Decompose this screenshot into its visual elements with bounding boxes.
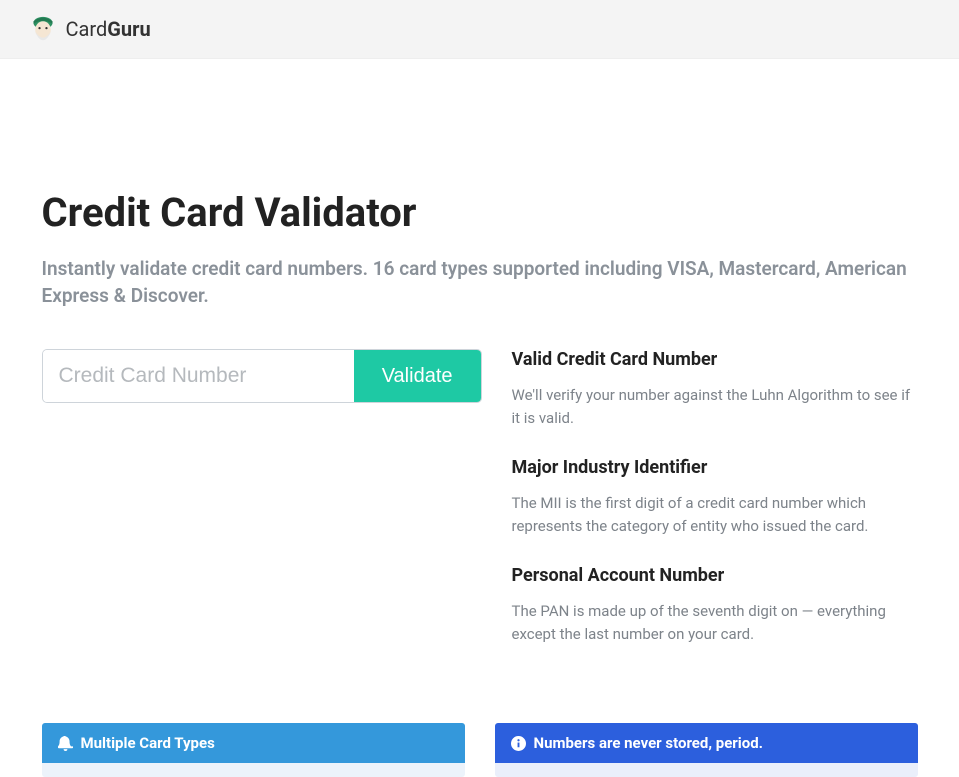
page-subtitle: Instantly validate credit card numbers. …	[42, 256, 918, 309]
bell-icon	[58, 736, 73, 751]
feature-card-never-stored: Numbers are never stored, period.	[495, 723, 918, 777]
info-body: The PAN is made up of the seventh digit …	[512, 600, 918, 645]
info-block: Major Industry Identifier The MII is the…	[512, 457, 918, 537]
brand-text[interactable]: CardGuru	[66, 17, 151, 41]
page-title: Credit Card Validator	[42, 189, 918, 236]
info-title: Major Industry Identifier	[512, 457, 918, 478]
feature-card-body	[495, 763, 918, 777]
feature-card-body	[42, 763, 465, 777]
info-body: We'll verify your number against the Luh…	[512, 384, 918, 429]
info-block: Personal Account Number The PAN is made …	[512, 565, 918, 645]
validate-button[interactable]: Validate	[354, 350, 481, 402]
info-block: Valid Credit Card Number We'll verify yo…	[512, 349, 918, 429]
header: CardGuru	[0, 0, 959, 59]
info-column: Valid Credit Card Number We'll verify yo…	[512, 349, 918, 673]
form-column: Validate	[42, 349, 482, 673]
info-title: Valid Credit Card Number	[512, 349, 918, 370]
info-body: The MII is the first digit of a credit c…	[512, 492, 918, 537]
feature-card-title: Numbers are never stored, period.	[534, 734, 764, 752]
info-circle-icon	[511, 736, 526, 751]
feature-card-header: Numbers are never stored, period.	[495, 723, 918, 763]
feature-card-title: Multiple Card Types	[81, 734, 215, 752]
card-number-input[interactable]	[43, 350, 354, 402]
feature-card-multiple-types: Multiple Card Types	[42, 723, 465, 777]
info-title: Personal Account Number	[512, 565, 918, 586]
validate-input-group: Validate	[42, 349, 482, 403]
feature-card-header: Multiple Card Types	[42, 723, 465, 763]
brand-logo-icon	[30, 14, 56, 44]
